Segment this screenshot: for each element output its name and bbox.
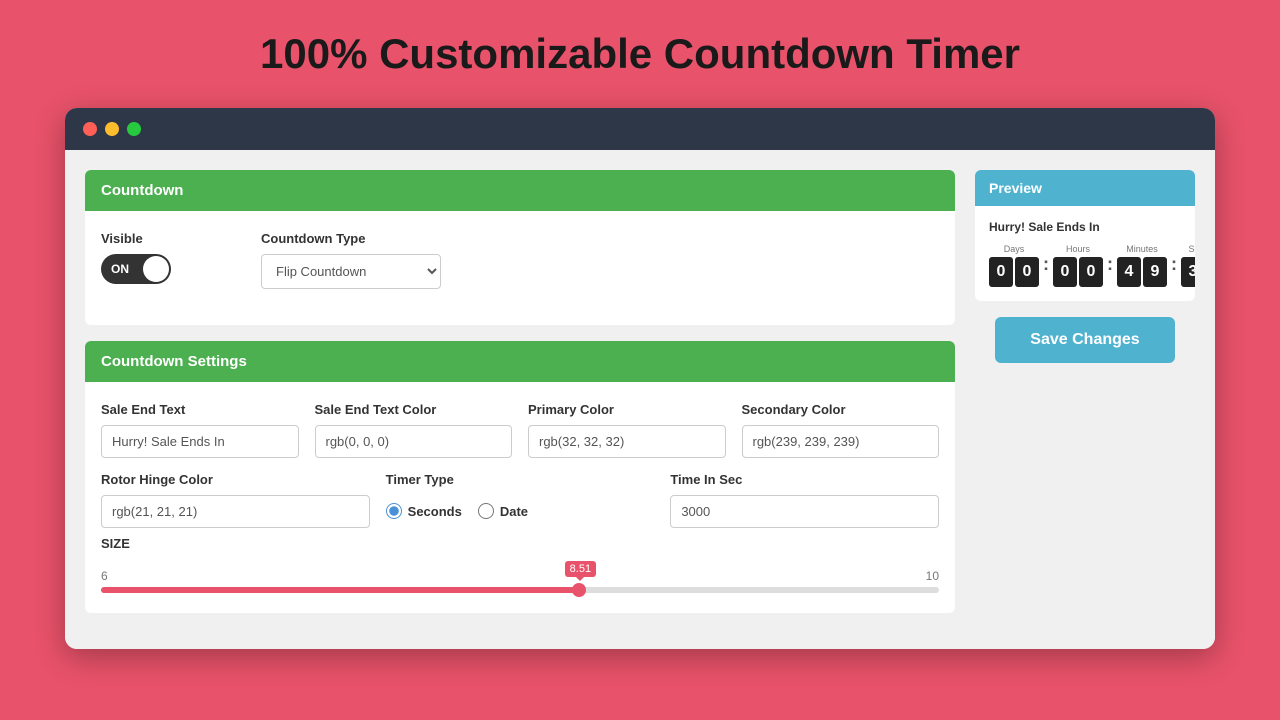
sale-end-text-color-label: Sale End Text Color [315, 402, 513, 417]
flip-minutes-label: Minutes [1126, 244, 1158, 254]
flip-seconds-label: Seconds [1188, 244, 1195, 254]
slider-fill [101, 587, 579, 593]
flip-hours-label: Hours [1066, 244, 1090, 254]
settings-row-2: Rotor Hinge Color Timer Type Seconds [101, 472, 939, 528]
flip-minutes-digit-0: 4 [1117, 257, 1141, 287]
radio-seconds[interactable] [386, 503, 402, 519]
titlebar [65, 108, 1215, 150]
toggle-on-label: ON [111, 262, 129, 276]
visible-toggle[interactable]: ON [101, 254, 171, 284]
slider-thumb[interactable] [572, 583, 586, 597]
secondary-color-label: Secondary Color [742, 402, 940, 417]
flip-days-col: Days 0 0 [989, 244, 1039, 287]
countdown-section-header: Countdown [85, 170, 955, 211]
size-section: SIZE 6 10 8.51 [101, 536, 939, 593]
countdown-type-label: Countdown Type [261, 231, 461, 246]
settings-section-body: Sale End Text Sale End Text Color Primar… [85, 382, 955, 613]
slider-track[interactable] [101, 587, 939, 593]
right-panel: Preview Hurry! Sale Ends In Days 0 0 : [955, 170, 1195, 629]
slider-minmax: 6 10 [101, 569, 939, 583]
slider-container: 6 10 8.51 [101, 569, 939, 593]
countdown-form-row: Visible ON Countdown Type Flip Countdown… [101, 231, 939, 289]
preview-body: Hurry! Sale Ends In Days 0 0 : Hours [975, 206, 1195, 301]
preview-box: Preview Hurry! Sale Ends In Days 0 0 : [975, 170, 1195, 301]
radio-date-text: Date [500, 504, 528, 519]
flip-days-digit-1: 0 [1015, 257, 1039, 287]
sale-end-text-color-group: Sale End Text Color [315, 402, 513, 458]
flip-days-digits: 0 0 [989, 257, 1039, 287]
minimize-button[interactable] [105, 122, 119, 136]
sale-end-text-color-input[interactable] [315, 425, 513, 458]
primary-color-group: Primary Color [528, 402, 726, 458]
flip-days-digit-0: 0 [989, 257, 1013, 287]
preview-header: Preview [975, 170, 1195, 206]
countdown-type-select[interactable]: Flip Countdown Simple Countdown Circle C… [261, 254, 441, 289]
rotor-hinge-color-label: Rotor Hinge Color [101, 472, 370, 487]
slider-max: 10 [926, 569, 939, 583]
slider-wrapper: 8.51 [101, 587, 939, 593]
maximize-button[interactable] [127, 122, 141, 136]
sale-end-text-label: Sale End Text [101, 402, 299, 417]
countdown-section-body: Visible ON Countdown Type Flip Countdown… [85, 211, 955, 325]
sale-end-text-group: Sale End Text [101, 402, 299, 458]
close-button[interactable] [83, 122, 97, 136]
flip-hours-digits: 0 0 [1053, 257, 1103, 287]
settings-section-header: Countdown Settings [85, 341, 955, 382]
secondary-color-input[interactable] [742, 425, 940, 458]
countdown-section: Countdown Visible ON Countdown Type [85, 170, 955, 325]
left-panel: Countdown Visible ON Countdown Type [85, 170, 955, 629]
timer-type-label: Timer Type [386, 472, 655, 487]
settings-row-1: Sale End Text Sale End Text Color Primar… [101, 402, 939, 458]
time-in-sec-label: Time In Sec [670, 472, 939, 487]
flip-minutes-digit-1: 9 [1143, 257, 1167, 287]
secondary-color-group: Secondary Color [742, 402, 940, 458]
rotor-hinge-color-group: Rotor Hinge Color [101, 472, 370, 528]
countdown-type-group: Countdown Type Flip Countdown Simple Cou… [261, 231, 461, 289]
app-window: Countdown Visible ON Countdown Type [65, 108, 1215, 649]
sale-end-text-input[interactable] [101, 425, 299, 458]
preview-tagline: Hurry! Sale Ends In [989, 220, 1181, 234]
time-in-sec-group: Time In Sec [670, 472, 939, 528]
size-label: SIZE [101, 536, 939, 551]
flip-separator-1: : [1043, 254, 1049, 277]
flip-seconds-col: Seconds 3 6 [1181, 244, 1195, 287]
toggle-thumb [143, 256, 169, 282]
save-changes-button[interactable]: Save Changes [995, 317, 1175, 363]
primary-color-label: Primary Color [528, 402, 726, 417]
radio-seconds-text: Seconds [408, 504, 462, 519]
timer-type-radio-group: Seconds Date [386, 503, 655, 519]
flip-timer: Days 0 0 : Hours 0 0 [989, 244, 1181, 287]
flip-minutes-digits: 4 9 [1117, 257, 1167, 287]
window-content: Countdown Visible ON Countdown Type [65, 150, 1215, 649]
visible-group: Visible ON [101, 231, 241, 284]
countdown-settings-section: Countdown Settings Sale End Text Sale En… [85, 341, 955, 613]
time-in-sec-input[interactable] [670, 495, 939, 528]
flip-hours-col: Hours 0 0 [1053, 244, 1103, 287]
flip-hours-digit-0: 0 [1053, 257, 1077, 287]
page-title: 100% Customizable Countdown Timer [260, 30, 1020, 78]
slider-bubble: 8.51 [565, 561, 596, 577]
flip-hours-digit-1: 0 [1079, 257, 1103, 287]
visible-label: Visible [101, 231, 241, 246]
flip-days-label: Days [1004, 244, 1025, 254]
flip-minutes-col: Minutes 4 9 [1117, 244, 1167, 287]
timer-type-group: Timer Type Seconds Date [386, 472, 655, 519]
flip-separator-2: : [1107, 254, 1113, 277]
radio-seconds-label[interactable]: Seconds [386, 503, 462, 519]
flip-seconds-digits: 3 6 [1181, 257, 1195, 287]
rotor-hinge-color-input[interactable] [101, 495, 370, 528]
radio-date-label[interactable]: Date [478, 503, 528, 519]
slider-min: 6 [101, 569, 108, 583]
radio-date[interactable] [478, 503, 494, 519]
primary-color-input[interactable] [528, 425, 726, 458]
flip-separator-3: : [1171, 254, 1177, 277]
flip-seconds-digit-0: 3 [1181, 257, 1195, 287]
